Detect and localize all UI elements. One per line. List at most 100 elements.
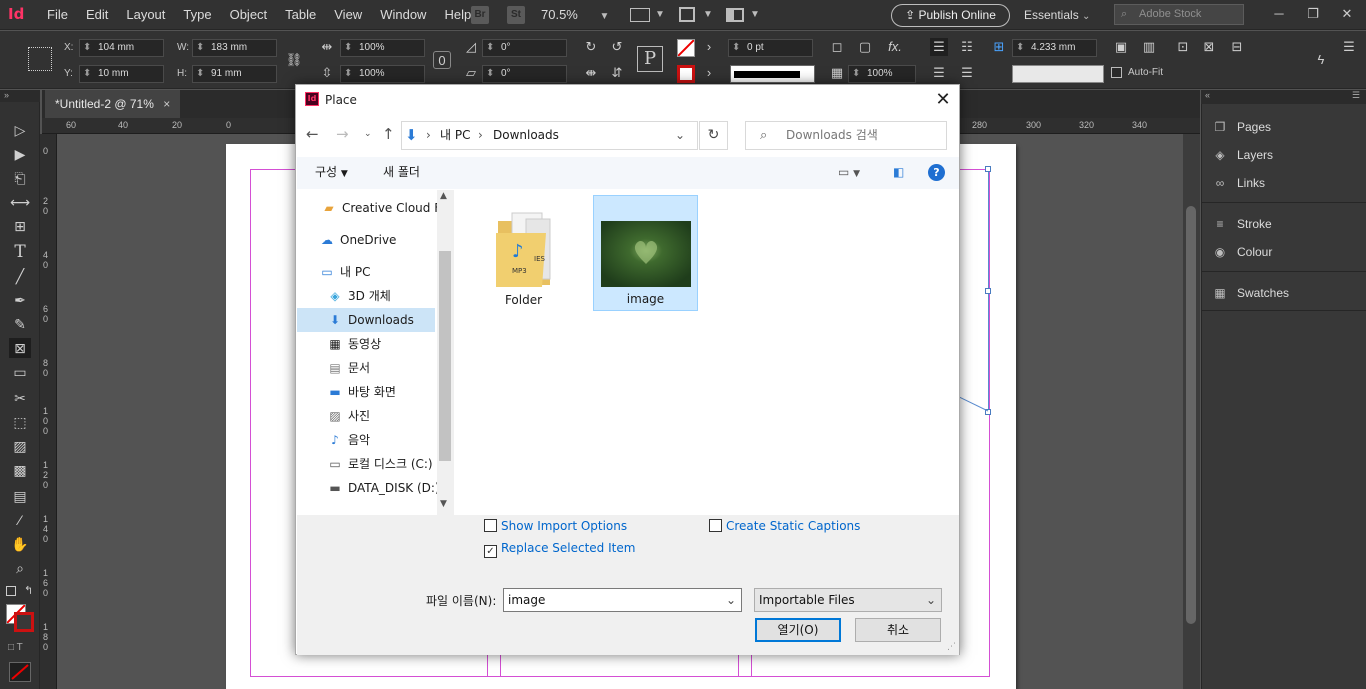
stock-button[interactable]: St	[507, 6, 525, 24]
object-style-select[interactable]	[1012, 65, 1104, 83]
new-folder-button[interactable]: 새 폴더	[383, 157, 420, 187]
nav-item-desktop[interactable]: ▬ 바탕 화면	[326, 380, 396, 404]
drop-shadow-icon[interactable]: ◻	[828, 38, 846, 56]
constrain-scale-icon[interactable]: 0	[433, 51, 451, 69]
file-item-folder[interactable]: MP3 IES ♪ Folder	[471, 197, 576, 313]
menu-file[interactable]: File	[38, 0, 77, 30]
vertical-scrollbar-thumb[interactable]	[1186, 206, 1196, 624]
workspace-switcher[interactable]: Essentials ⌄	[1024, 0, 1090, 32]
pen-tool-icon[interactable]: ✒	[9, 290, 31, 310]
preview-pane-icon[interactable]: ◧	[893, 157, 904, 187]
page-tool-icon[interactable]: ⎗	[9, 168, 31, 188]
close-tab-icon[interactable]: ×	[163, 97, 170, 111]
up-arrow-icon[interactable]: ↑	[382, 125, 395, 143]
nav-item-pc[interactable]: ▭ 내 PC	[318, 260, 370, 284]
cancel-button[interactable]: 취소	[855, 618, 941, 642]
panel-menu-icon[interactable]: ☰	[1352, 90, 1360, 101]
align-center-icon[interactable]: ☷	[958, 38, 976, 56]
folder-search-input[interactable]: ⌕ Downloads 검색	[745, 121, 947, 150]
constrain-proportions-icon[interactable]: ⛓	[285, 51, 303, 69]
stroke-swatch-icon[interactable]	[14, 612, 34, 632]
collapse-panels-icon[interactable]: «	[1205, 90, 1210, 100]
back-arrow-icon[interactable]: ←	[306, 125, 319, 143]
dialog-close-icon[interactable]: ✕	[931, 88, 955, 112]
fit-frame-icon[interactable]: ▣	[1112, 38, 1130, 56]
document-tab[interactable]: *Untitled-2 @ 71% ×	[45, 90, 181, 118]
rectangle-tool-icon[interactable]: ▭	[9, 362, 31, 382]
zoom-level[interactable]: 70.5% ▼	[541, 0, 609, 32]
scroll-up-icon[interactable]: ▲	[440, 191, 447, 201]
rotate-cw-icon[interactable]: ↻	[582, 38, 600, 56]
scale-x-field[interactable]: 100%	[340, 39, 425, 57]
forward-arrow-icon[interactable]: →	[336, 125, 349, 143]
flip-vertical-icon[interactable]: ⇵	[608, 64, 626, 82]
zoom-tool-icon[interactable]: ⌕	[9, 558, 31, 578]
hand-tool-icon[interactable]: ✋	[9, 534, 31, 554]
adobe-stock-search[interactable]: ⌕ Adobe Stock	[1114, 4, 1244, 25]
breadcrumb-downloads[interactable]: Downloads	[493, 122, 559, 149]
gap-tool-icon[interactable]: ⊞	[990, 38, 1008, 56]
panel-pages[interactable]: ❐ Pages	[1211, 116, 1361, 138]
nav-item-creative-cloud[interactable]: ▰ Creative Cloud Fil	[320, 196, 438, 220]
height-field[interactable]: 91 mm	[192, 65, 277, 83]
chevron-right-icon[interactable]: ›	[700, 38, 718, 56]
fit-content-icon[interactable]: ▥	[1140, 38, 1158, 56]
menu-type[interactable]: Type	[174, 0, 220, 30]
fill-frame-icon[interactable]: ⊡	[1174, 38, 1192, 56]
selection-tool-icon[interactable]: ▷	[9, 120, 31, 140]
justify-icon[interactable]: ☰	[958, 64, 976, 82]
bridge-button[interactable]: Br	[471, 6, 489, 24]
align-bottom-icon[interactable]: ☰	[930, 64, 948, 82]
align-top-icon[interactable]: ☰	[930, 38, 948, 56]
eyedropper-tool-icon[interactable]: ⁄	[9, 510, 31, 530]
frame-handle[interactable]	[985, 166, 991, 172]
fx-icon[interactable]: fx.	[886, 38, 904, 56]
nav-item-data-disk-d[interactable]: ▬ DATA_DISK (D:)	[326, 476, 439, 500]
rotation-field[interactable]: 0°	[482, 39, 567, 57]
content-collector-icon[interactable]: ⊞	[9, 216, 31, 236]
note-tool-icon[interactable]: ▤	[9, 486, 31, 506]
free-transform-tool-icon[interactable]: ⬚	[9, 412, 31, 432]
pencil-tool-icon[interactable]: ✎	[9, 314, 31, 334]
menu-table[interactable]: Table	[276, 0, 325, 30]
resize-grip-icon[interactable]: ⋰	[947, 642, 956, 652]
close-icon[interactable]: ✕	[1330, 0, 1364, 30]
scissors-tool-icon[interactable]: ✂	[9, 388, 31, 408]
menu-object[interactable]: Object	[221, 0, 277, 30]
direct-selection-tool-icon[interactable]: ▶	[9, 144, 31, 164]
address-bar[interactable]: ⬇ › 내 PC › Downloads ⌄	[401, 121, 698, 150]
vertical-ruler[interactable]: 0 2 0 4 0 6 0 8 0 1 0 0 1 2 0 1 4 0 1 6 …	[40, 134, 57, 689]
chevron-down-icon[interactable]: ⌄	[675, 122, 685, 149]
rotate-ccw-icon[interactable]: ↺	[608, 38, 626, 56]
x-position-field[interactable]: 104 mm	[79, 39, 164, 57]
panel-swatches[interactable]: ▦ Swatches	[1211, 282, 1361, 304]
view-mode-icon[interactable]: ▭ ▼	[838, 157, 860, 189]
menu-view[interactable]: View	[325, 0, 371, 30]
collapse-tools-icon[interactable]: »	[0, 90, 40, 102]
menu-edit[interactable]: Edit	[77, 0, 117, 30]
effects-square-icon[interactable]: ▢	[856, 38, 874, 56]
default-colors-icon[interactable]	[6, 586, 16, 596]
opacity-field[interactable]: 100%	[848, 65, 916, 83]
nav-item-local-disk-c[interactable]: ▭ 로컬 디스크 (C:)	[326, 452, 432, 476]
chevron-down-icon[interactable]: ⌄	[726, 589, 736, 611]
menu-layout[interactable]: Layout	[117, 0, 174, 30]
gradient-feather-tool-icon[interactable]: ▩	[9, 460, 31, 480]
panel-links[interactable]: ∞ Links	[1211, 172, 1361, 194]
rectangle-frame-tool-icon[interactable]: ⊠	[9, 338, 31, 358]
lightning-icon[interactable]: ϟ	[1312, 51, 1330, 69]
nav-item-3d-objects[interactable]: ◈ 3D 개체	[326, 284, 390, 308]
fill-none-icon[interactable]	[677, 39, 695, 57]
panel-layers[interactable]: ◈ Layers	[1211, 144, 1361, 166]
gap-tool-icon[interactable]: ⟷	[9, 192, 31, 212]
nav-item-onedrive[interactable]: ☁ OneDrive	[318, 228, 396, 252]
chevron-right-icon[interactable]: ›	[700, 64, 718, 82]
replace-selected-item-checkbox[interactable]: ✓ Replace Selected Item	[484, 540, 635, 558]
content-aware-fit-icon[interactable]: ⊟	[1228, 38, 1246, 56]
help-icon[interactable]: ?	[928, 164, 945, 181]
width-field[interactable]: 183 mm	[192, 39, 277, 57]
shear-field[interactable]: 0°	[482, 65, 567, 83]
publish-online-button[interactable]: ⇪ Publish Online	[891, 4, 1010, 27]
gradient-swatch-tool-icon[interactable]: ▨	[9, 436, 31, 456]
scroll-down-icon[interactable]: ▼	[440, 499, 447, 509]
